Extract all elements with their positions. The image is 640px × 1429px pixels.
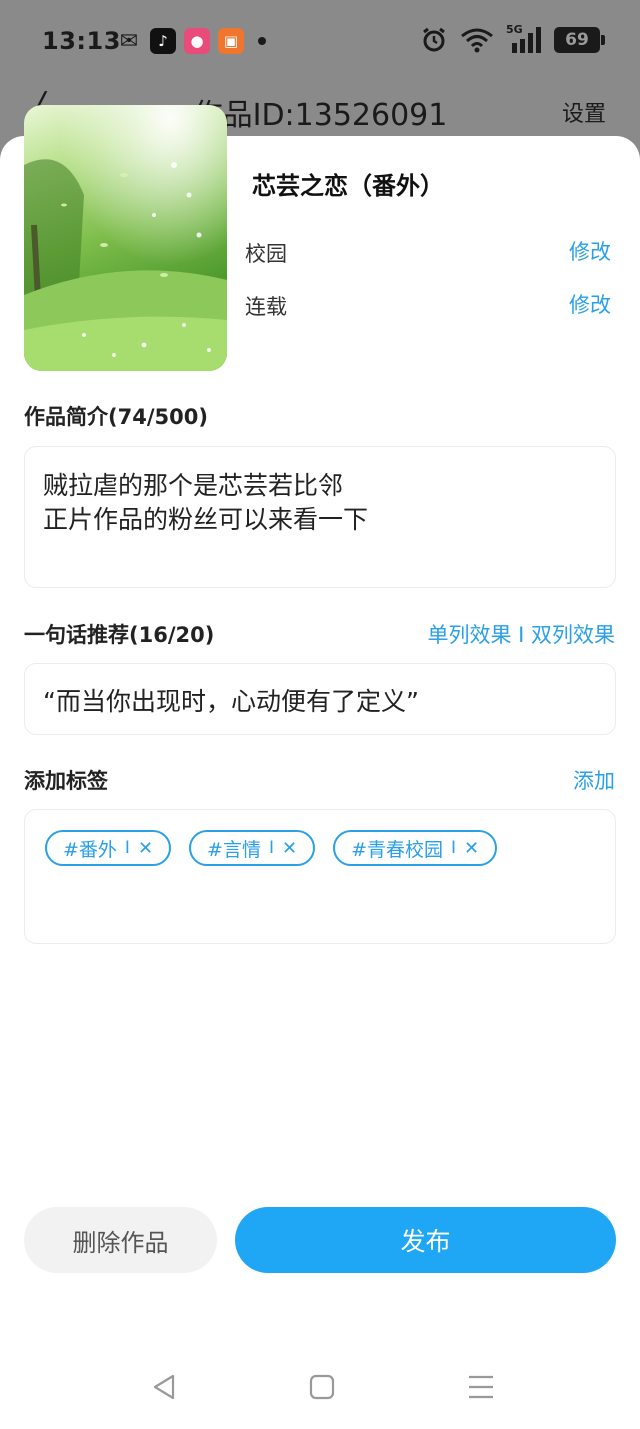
- edit-category-link[interactable]: 修改: [569, 236, 611, 266]
- intro-text: 贼拉虐的那个是芯芸若比邻 正片作品的粉丝可以来看一下: [43, 471, 369, 534]
- tags-container: #番外 I ✕ #言情 I ✕ #青春校园 I ✕: [24, 809, 616, 944]
- orange-app-icon: ▣: [218, 28, 244, 54]
- intro-textarea[interactable]: 贼拉虐的那个是芯芸若比邻 正片作品的粉丝可以来看一下: [24, 446, 616, 588]
- tiktok-icon: ♪: [150, 28, 176, 54]
- category-row: 校园 修改: [245, 238, 615, 268]
- tags-label: 添加标签: [24, 769, 108, 793]
- tag-list: #番外 I ✕ #言情 I ✕ #青春校园 I ✕: [45, 830, 595, 866]
- cover-image[interactable]: [24, 105, 227, 371]
- status-bar: 13:13 ✉ ♪ ● ▣ 5G 69: [0, 0, 640, 84]
- alarm-icon: [423, 27, 445, 52]
- add-tag-link[interactable]: 添加: [573, 765, 615, 795]
- edit-status-link[interactable]: 修改: [569, 289, 611, 319]
- system-nav-bar: [0, 1350, 640, 1420]
- remove-tag-icon[interactable]: ✕: [138, 838, 153, 859]
- wifi-icon: [461, 28, 493, 53]
- tag-separator: I: [450, 838, 456, 858]
- recommend-input[interactable]: “而当你出现时，心动便有了定义”: [24, 663, 616, 735]
- intro-label: 作品简介(74/500): [24, 405, 208, 429]
- pink-app-icon: ●: [184, 28, 210, 54]
- category-value: 校园: [245, 242, 287, 266]
- wechat-icon: ✉: [119, 28, 139, 54]
- status-value: 连载: [245, 295, 287, 319]
- status-time: 13:13: [42, 27, 121, 55]
- tag-separator: I: [268, 838, 274, 858]
- nav-back-icon[interactable]: [144, 1370, 184, 1404]
- view-mode-toggle[interactable]: 单列效果 I 双列效果: [427, 619, 615, 649]
- nav-menu-icon[interactable]: [461, 1370, 501, 1404]
- notification-icons: ✉ ♪ ● ▣: [116, 28, 266, 54]
- recommend-label: 一句话推荐(16/20): [24, 623, 215, 647]
- tag-chip[interactable]: #番外 I ✕: [45, 830, 172, 866]
- tag-text: #言情: [207, 838, 261, 861]
- settings-link[interactable]: 设置: [562, 96, 606, 128]
- nav-home-icon[interactable]: [302, 1370, 342, 1404]
- status-row: 连载 修改: [245, 291, 615, 321]
- recommend-text: “而当你出现时，心动便有了定义”: [43, 687, 419, 716]
- tag-chip[interactable]: #青春校园 I ✕: [333, 830, 498, 866]
- battery-indicator: 69: [554, 27, 605, 53]
- tag-separator: I: [124, 838, 130, 858]
- tag-text: #青春校园: [351, 838, 443, 861]
- tag-chip[interactable]: #言情 I ✕: [189, 830, 316, 866]
- remove-tag-icon[interactable]: ✕: [282, 838, 297, 859]
- publish-button[interactable]: 发布: [235, 1207, 616, 1273]
- tag-text: #番外: [63, 838, 117, 861]
- more-notifications-dot: [258, 37, 266, 45]
- delete-work-button[interactable]: 删除作品: [24, 1207, 217, 1273]
- work-title: 芯芸之恋（番外）: [252, 172, 444, 200]
- remove-tag-icon[interactable]: ✕: [464, 838, 479, 859]
- signal-icon: 5G: [506, 23, 542, 53]
